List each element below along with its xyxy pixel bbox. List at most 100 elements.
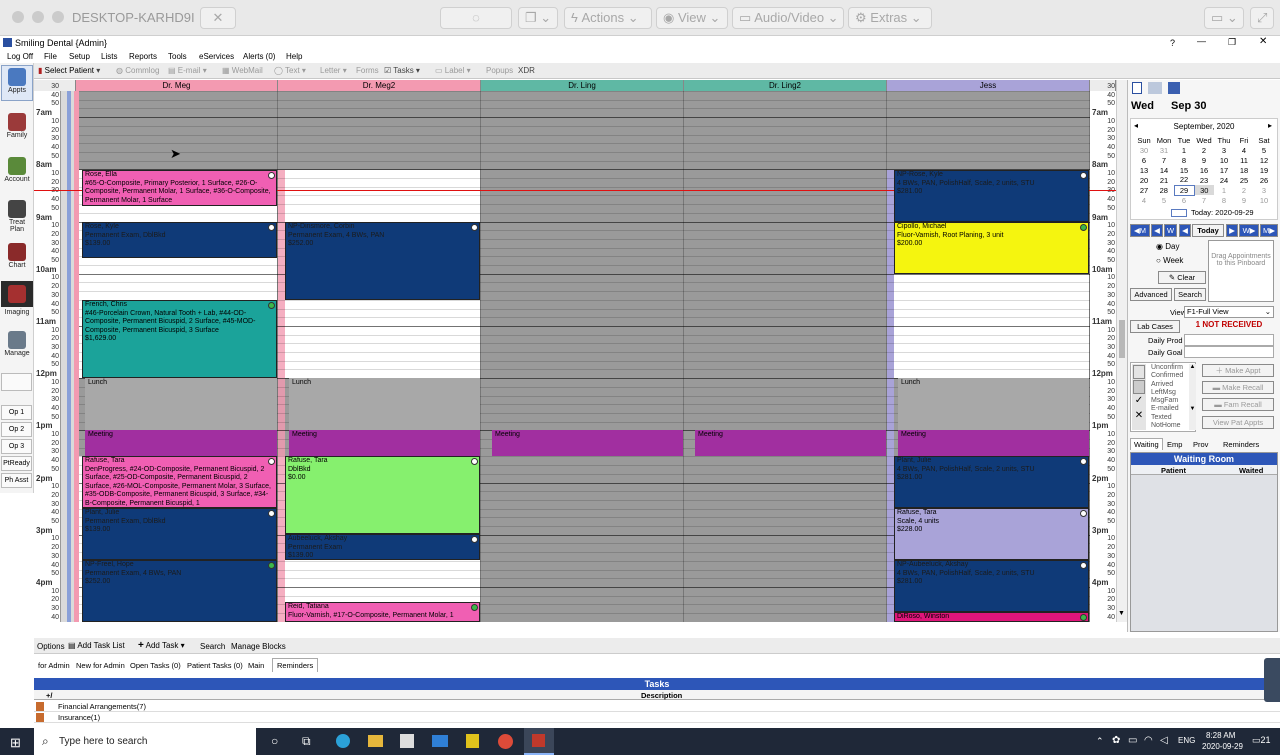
store-icon[interactable] bbox=[400, 734, 414, 748]
status-item[interactable]: LeftMsg bbox=[1151, 389, 1183, 397]
op1-button[interactable]: Op 1 bbox=[1, 405, 32, 420]
tab-reminders[interactable]: Reminders bbox=[1220, 439, 1262, 450]
appointment-schedule[interactable]: Dr. Meg Dr. Meg2 Dr. Ling Dr. Ling2 Jess… bbox=[34, 80, 1116, 622]
schedule-scrollbar[interactable]: ▼ bbox=[1116, 80, 1127, 622]
status-item[interactable]: Confirmed bbox=[1151, 372, 1183, 380]
menu-setup[interactable]: Setup bbox=[69, 52, 90, 61]
calendar-day[interactable]: 3 bbox=[1214, 145, 1234, 155]
confirmation-status-list[interactable]: ✓ ✕ Unconfirm Confirmed Arrived LeftMsg MsgF… bbox=[1130, 362, 1196, 432]
status-item[interactable]: E-mailed bbox=[1151, 405, 1183, 413]
tab-prov[interactable]: Prov bbox=[1190, 439, 1211, 450]
menu-log-off[interactable]: Log Off bbox=[7, 52, 33, 61]
calendar-day[interactable]: 22 bbox=[1174, 175, 1194, 185]
task-view-icon[interactable]: ⧉ bbox=[302, 734, 311, 749]
popups-button[interactable]: Popups bbox=[486, 65, 513, 77]
wifi-icon[interactable]: ◠ bbox=[1144, 735, 1153, 746]
calendar-day[interactable]: 7 bbox=[1194, 195, 1214, 205]
day-radio[interactable]: ◉ Day bbox=[1156, 242, 1179, 251]
open-dental-taskbar-button[interactable] bbox=[524, 728, 554, 755]
print-icon[interactable] bbox=[1148, 82, 1162, 94]
calendar-day[interactable]: 24 bbox=[1214, 175, 1234, 185]
menu-eservices[interactable]: eServices bbox=[199, 52, 234, 61]
provider-header-ling2[interactable]: Dr. Ling2 bbox=[684, 80, 887, 91]
expand-col[interactable]: +/ bbox=[46, 691, 52, 700]
minimize-icon[interactable]: — bbox=[1197, 36, 1206, 46]
calendar-day[interactable]: 15 bbox=[1174, 165, 1194, 175]
mini-calendar[interactable]: ◂ September, 2020 ▸ Sun Mon Tue Wed Thu Fri Sa… bbox=[1130, 118, 1278, 220]
calendar-day[interactable]: 29 bbox=[1173, 184, 1195, 196]
menu-alerts[interactable]: Alerts (0) bbox=[243, 52, 275, 61]
calendar-day[interactable]: 10 bbox=[1214, 155, 1234, 165]
appointment-card[interactable]: Cipollo, Michael Fluor-Varnish, Root Pla… bbox=[894, 222, 1089, 274]
appointment-card[interactable]: Reid, Tatiana Fluor-Varnish, #17-O-Compo… bbox=[285, 602, 480, 622]
manage-blocks-button[interactable]: Manage Blocks bbox=[231, 642, 286, 651]
appointment-card[interactable]: Rose, Kyle Permanent Exam, DblBkd $139.0… bbox=[82, 222, 277, 258]
module-appts[interactable]: Appts bbox=[1, 65, 33, 101]
calendar-day[interactable]: 2 bbox=[1194, 145, 1214, 155]
calendar-day[interactable]: 28 bbox=[1154, 185, 1174, 195]
add-task-list-button[interactable]: ▤ Add Task List bbox=[68, 641, 125, 650]
module-family[interactable]: Family bbox=[1, 113, 33, 139]
next-month-button[interactable]: M▶ bbox=[1260, 224, 1278, 237]
op3-button[interactable]: Op 3 bbox=[1, 439, 32, 454]
calendar-day[interactable]: 12 bbox=[1254, 155, 1274, 165]
tab-reminders-tasks[interactable]: Reminders bbox=[272, 658, 319, 672]
calendar-day[interactable]: 2 bbox=[1234, 185, 1254, 195]
meeting-block-meg[interactable]: Meeting bbox=[85, 430, 277, 456]
close-window-icon[interactable]: ✕ bbox=[1259, 36, 1267, 47]
forms-button[interactable]: Forms bbox=[356, 65, 379, 77]
app-y-icon[interactable] bbox=[466, 734, 479, 748]
restore-icon[interactable]: ❐ bbox=[1228, 37, 1236, 48]
help-icon[interactable]: ? bbox=[1170, 38, 1175, 48]
xdr-button[interactable]: XDR bbox=[518, 65, 535, 77]
calendar-day[interactable]: 1 bbox=[1214, 185, 1234, 195]
calendar-day[interactable]: 20 bbox=[1134, 175, 1154, 185]
menu-file[interactable]: File bbox=[44, 52, 57, 61]
tab-emp[interactable]: Emp bbox=[1164, 439, 1185, 450]
provider-header-meg[interactable]: Dr. Meg bbox=[76, 80, 278, 91]
actions-menu[interactable]: ϟ Actions ⌄ bbox=[564, 7, 652, 29]
extras-menu[interactable]: ⚙ Extras ⌄ bbox=[848, 7, 932, 29]
add-task-button[interactable]: + Add Task ▾ bbox=[138, 640, 185, 651]
lab-cases-button[interactable]: Lab Cases bbox=[1130, 320, 1180, 333]
chrome-icon[interactable] bbox=[498, 734, 513, 749]
appointment-card[interactable]: NP-Dinsmore, Corbin Permanent Exam, 4 BW… bbox=[285, 222, 480, 300]
module-treat-plan[interactable]: Treat Plan bbox=[1, 200, 33, 233]
menu-help[interactable]: Help bbox=[286, 52, 302, 61]
status-item[interactable]: NotHome bbox=[1151, 422, 1183, 430]
make-recall-button[interactable]: ▬ Make Recall bbox=[1202, 381, 1274, 394]
pinboard[interactable]: Drag Appointments to this Pinboard bbox=[1208, 240, 1274, 302]
taskbar-search[interactable]: ⌕ Type here to search bbox=[34, 728, 256, 755]
prev-month-button[interactable]: ◀M bbox=[1130, 224, 1150, 237]
calendar-day[interactable]: 11 bbox=[1234, 155, 1254, 165]
calendar-day[interactable]: 4 bbox=[1234, 145, 1254, 155]
audio-video-menu[interactable]: ▭ Audio/Video ⌄ bbox=[732, 7, 844, 29]
next-day-button[interactable]: ▶ bbox=[1226, 224, 1238, 237]
options-button[interactable]: Options bbox=[37, 642, 65, 651]
mail-icon[interactable] bbox=[432, 735, 448, 747]
next-month-icon[interactable]: ▸ bbox=[1268, 121, 1272, 130]
today-button[interactable]: Today bbox=[1192, 224, 1224, 237]
task-row[interactable]: Insurance(1) bbox=[34, 712, 1280, 723]
status-item[interactable]: Texted bbox=[1151, 414, 1183, 422]
tab-open-tasks[interactable]: Open Tasks (0) bbox=[130, 661, 181, 670]
provider-header-jess[interactable]: Jess bbox=[887, 80, 1090, 91]
tab-new-for-admin[interactable]: New for Admin bbox=[76, 661, 125, 670]
text-button[interactable]: ◯ Text ▾ bbox=[274, 65, 306, 77]
module-manage[interactable]: Manage bbox=[1, 331, 33, 357]
week-radio[interactable]: ○ Week bbox=[1156, 256, 1183, 265]
calendar-day[interactable]: 31 bbox=[1154, 145, 1174, 155]
menu-lists[interactable]: Lists bbox=[101, 52, 117, 61]
zoom-dot[interactable] bbox=[52, 11, 64, 23]
calendar-day[interactable]: 27 bbox=[1134, 185, 1154, 195]
op2-button[interactable]: Op 2 bbox=[1, 422, 32, 437]
view-pat-appts-button[interactable]: View Pat Appts bbox=[1202, 416, 1274, 429]
appointment-card[interactable]: Rafuse, Tara DenProgress, #24-OD-Composi… bbox=[82, 456, 277, 508]
menu-reports[interactable]: Reports bbox=[129, 52, 157, 61]
edge-icon[interactable] bbox=[336, 734, 350, 748]
calendar-day[interactable]: 13 bbox=[1134, 165, 1154, 175]
loading-button[interactable]: ◌ bbox=[440, 7, 512, 29]
calendar-days[interactable]: 30 31 1 2 3 4 5 6 7 8 9 10 11 12 13 14 15 16 17 18 19 20 21 22 2… bbox=[1134, 145, 1274, 205]
tray-chevron-icon[interactable]: ⌃ bbox=[1096, 736, 1104, 747]
close-dot[interactable] bbox=[12, 11, 24, 23]
